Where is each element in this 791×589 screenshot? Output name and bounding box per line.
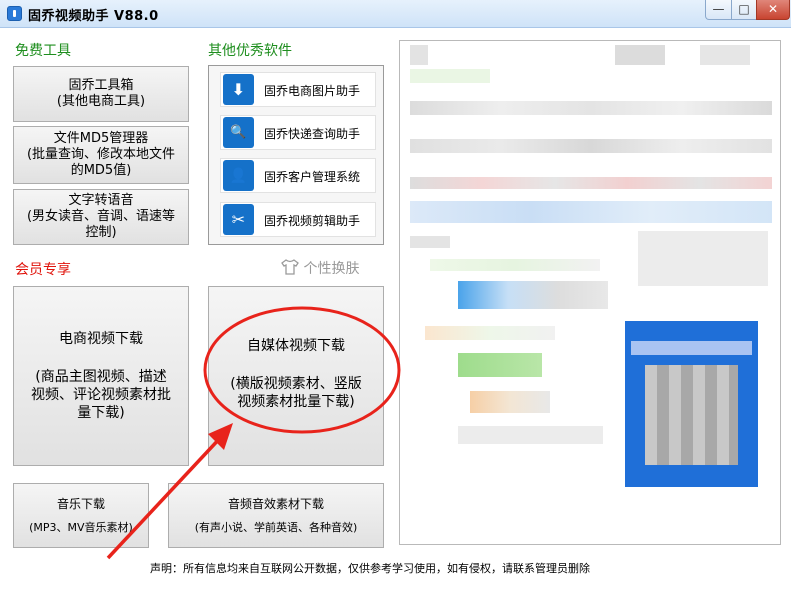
disclaimer-text: 声明：所有信息均来自互联网公开数据，仅供参考学习使用，如有侵权，请联系管理员删除: [150, 562, 590, 575]
annotation-overlay: [106, 306, 401, 560]
annotation-arrow: [106, 434, 224, 560]
annotation-circle: [203, 306, 401, 434]
